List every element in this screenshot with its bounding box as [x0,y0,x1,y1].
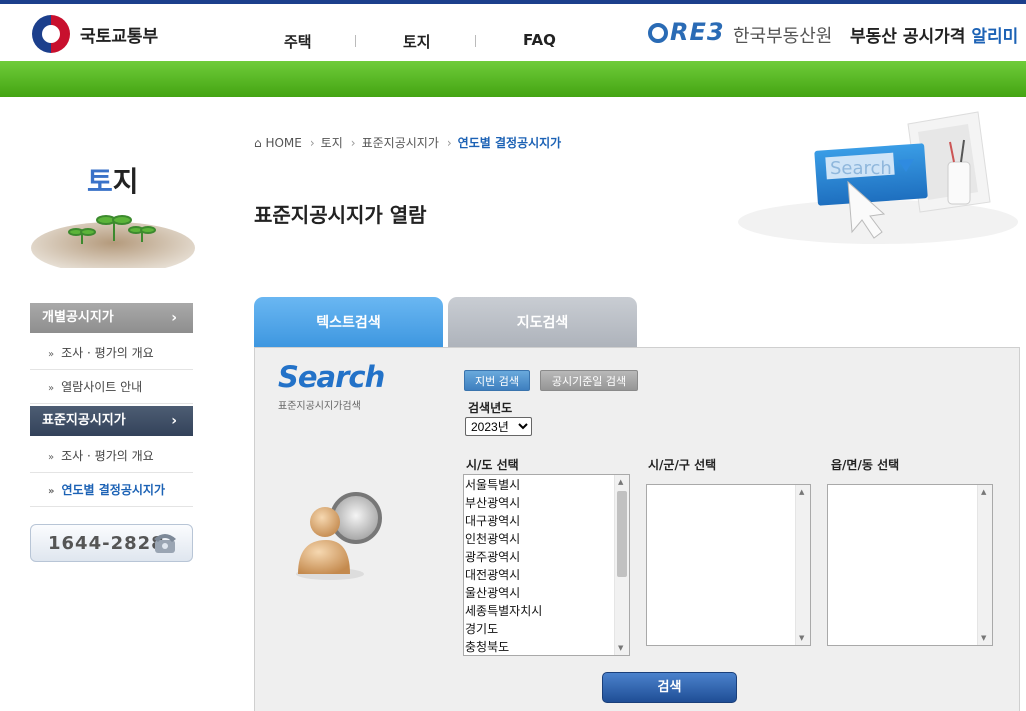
scroll-down-icon[interactable]: ▼ [618,644,623,652]
reb-org-name: 한국부동산원 [733,26,833,47]
nav-faq[interactable]: FAQ [523,31,556,49]
page-title: 표준지공시지가 열람 [254,203,427,227]
breadcrumb-chevron-icon: › [350,136,356,150]
sidebar-sub-survey-overview[interactable]: » 조사 · 평가의 개요 [30,336,193,370]
year-select[interactable]: 2023년 [465,417,532,436]
sidebar-title-accent: 토 [87,165,113,198]
breadcrumb-chevron-icon: › [309,136,315,150]
sidebar-title: 토지 [87,160,139,200]
call-center-number: 1644-2828 [48,533,165,554]
date-search-button[interactable]: 공시기준일 검색 [540,370,638,391]
sido-scrollbar[interactable]: ▲ ▼ [614,475,629,655]
scroll-up-icon[interactable]: ▲ [981,488,986,496]
eupmyeondong-listbox[interactable]: ▲ ▼ [827,484,993,646]
bullet-icon: » [48,486,55,497]
service-name-highlight: 알리미 [971,27,1019,47]
sido-option[interactable]: 서울특별시 [465,476,629,494]
sidebar-menu-label: 표준지공시지가 [42,413,126,428]
scroll-down-icon[interactable]: ▼ [799,634,804,642]
search-button[interactable]: 검색 [602,672,737,703]
sido-option[interactable]: 부산광역시 [465,494,629,512]
call-center-box: 1644-2828 [30,524,193,562]
sidebar-title-rest: 지 [112,165,139,198]
sidebar-sub-site-guide[interactable]: » 열람사이트 안내 [30,370,193,404]
home-icon[interactable]: ⌂ [254,136,262,150]
bullet-icon: » [48,383,55,394]
sidebar-sub-survey-overview[interactable]: » 조사 · 평가의 개요 [30,439,193,473]
sidebar-sub-label: 조사 · 평가의 개요 [61,346,154,360]
sido-listbox[interactable]: 서울특별시 부산광역시 대구광역시 인천광역시 광주광역시 대전광역시 울산광역… [463,474,630,656]
eupmyeondong-label: 읍/면/동 선택 [831,458,900,472]
scroll-down-icon[interactable]: ▼ [981,634,986,642]
breadcrumb-land[interactable]: 토지 [321,136,343,150]
sigungu-label: 시/군/구 선택 [648,458,717,472]
sido-option[interactable]: 대구광역시 [465,512,629,530]
site-header: 국토교통부 주택 토지 FAQ RE3 한국부동산원 부동산 공시가격 알리미 [0,4,1026,61]
sido-option[interactable]: 인천광역시 [465,530,629,548]
bullet-icon: » [48,452,55,463]
sidebar-menu-label: 개별공시지가 [42,310,114,325]
scroll-up-icon[interactable]: ▲ [618,478,623,486]
breadcrumb: ⌂ HOME › 토지 › 표준지공시지가 › 연도별 결정공시지가 [254,134,561,151]
breadcrumb-standard-price[interactable]: 표준지공시지가 [362,136,439,150]
breadcrumb-current: 연도별 결정공시지가 [457,136,562,150]
ministry-name[interactable]: 국토교통부 [80,22,158,47]
sido-label: 시/도 선택 [466,458,519,472]
eupmyeondong-scrollbar[interactable]: ▲ ▼ [977,485,992,645]
breadcrumb-chevron-icon: › [446,136,452,150]
service-name-prefix: 부동산 공시가격 [850,27,966,47]
scroll-thumb[interactable] [617,491,627,577]
search-hero-illustration: Search [738,111,1018,244]
tab-map-search[interactable]: 지도검색 [448,297,637,347]
sigungu-scrollbar[interactable]: ▲ ▼ [795,485,810,645]
nav-divider [475,35,476,47]
chevron-right-icon: › [171,310,177,326]
breadcrumb-home[interactable]: HOME [265,136,301,150]
sidebar-sub-label: 조사 · 평가의 개요 [61,449,154,463]
person-magnifier-illustration [296,492,382,580]
ministry-emblem-icon[interactable] [32,15,70,53]
sidebar-sub-yearly-price[interactable]: » 연도별 결정공시지가 [30,473,193,507]
sido-option[interactable]: 울산광역시 [465,584,629,602]
sido-option[interactable]: 충청북도 [465,638,629,655]
year-label: 검색년도 [468,401,513,415]
service-name[interactable]: 부동산 공시가격 알리미 [850,22,1018,47]
sidebar-menu-standard-price[interactable]: 표준지공시지가 › [30,406,193,436]
reb-logo[interactable]: RE3 [648,18,725,46]
search-logo-subtitle: 표준지공시지가검색 [278,401,361,412]
sigungu-listbox[interactable]: ▲ ▼ [646,484,811,646]
sido-option[interactable]: 세종특별자치시 [465,602,629,620]
lot-search-button[interactable]: 지번 검색 [464,370,530,391]
telephone-icon [154,534,176,553]
sidebar-menu-individual-price[interactable]: 개별공시지가 › [30,303,193,333]
reb-ring-icon [648,23,668,43]
sido-option[interactable]: 대전광역시 [465,566,629,584]
chevron-right-icon: › [171,413,177,429]
nav-divider [355,35,356,47]
sido-option[interactable]: 경기도 [465,620,629,638]
tab-text-search[interactable]: 텍스트검색 [254,297,443,347]
sidebar-sub-label: 연도별 결정공시지가 [61,483,166,497]
nav-housing[interactable]: 주택 [284,31,312,52]
nav-land[interactable]: 토지 [403,31,431,52]
sidebar-sub-label: 열람사이트 안내 [61,380,143,394]
bullet-icon: » [48,349,55,360]
sprout-illustration [30,215,196,276]
sido-options: 서울특별시 부산광역시 대구광역시 인천광역시 광주광역시 대전광역시 울산광역… [464,475,629,655]
sido-option[interactable]: 광주광역시 [465,548,629,566]
search-logo-word: Search [278,360,385,394]
scroll-up-icon[interactable]: ▲ [799,488,804,496]
header-banner-bar [0,61,1026,97]
reb-logo-text: RE3 [670,18,725,46]
hero-search-text: Search [830,158,892,179]
